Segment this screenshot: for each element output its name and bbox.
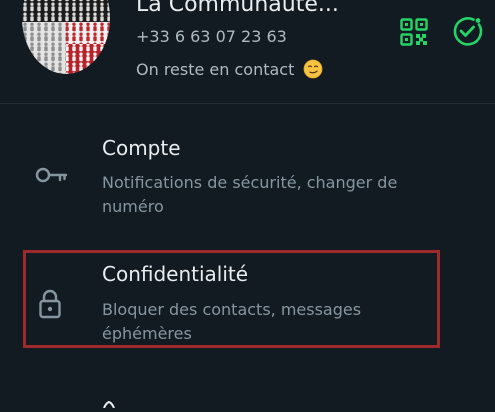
- next-settings-item-partial: [102, 393, 116, 409]
- settings-item-subtitle: Notifications de sécurité, changer de nu…: [102, 173, 398, 216]
- profile-phone: +33 6 63 07 23 63: [136, 27, 287, 46]
- avatar[interactable]: [22, 0, 110, 74]
- community-group-avatar: [22, 0, 110, 74]
- key-icon: [34, 163, 70, 187]
- profile-name: La Communauté...: [136, 0, 339, 17]
- settings-item-account[interactable]: Compte Notifications de sécurité, change…: [0, 104, 495, 229]
- qr-code-icon[interactable]: [398, 16, 430, 48]
- settings-item-title: Compte: [102, 136, 181, 160]
- profile-header[interactable]: La Communauté... +33 6 63 07 23 63 On re…: [0, 0, 495, 103]
- profile-status-text: On reste en contact: [136, 60, 295, 79]
- check-circle-icon[interactable]: [450, 14, 484, 48]
- smirking-face-emoji-icon: [303, 59, 323, 79]
- profile-status: On reste en contact: [136, 59, 323, 81]
- highlight-annotation-box: [23, 250, 440, 348]
